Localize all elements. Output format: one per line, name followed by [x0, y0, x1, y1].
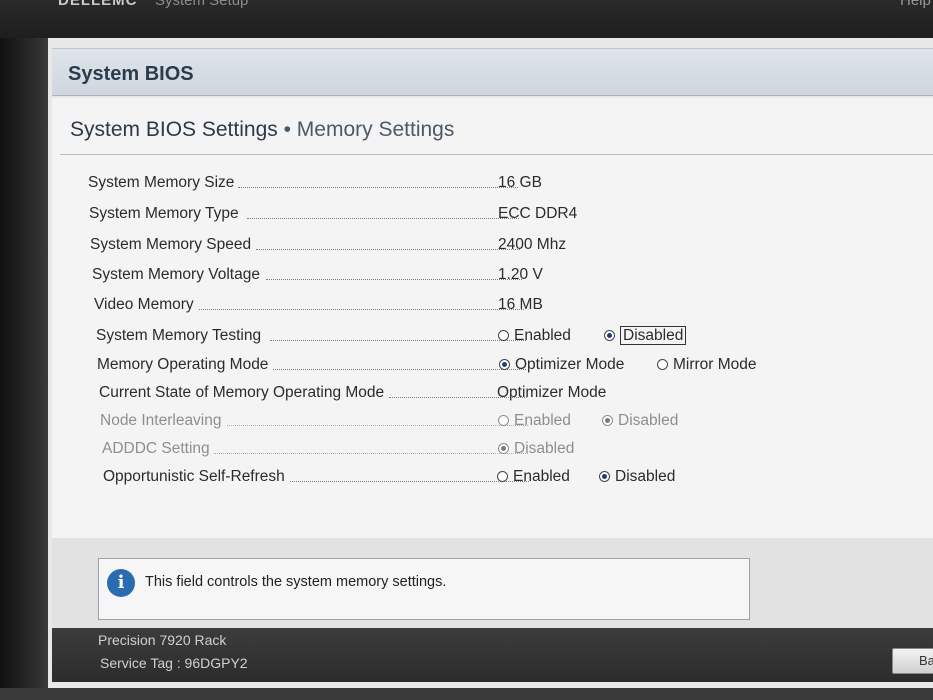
monitor-bottom-edge — [0, 688, 933, 700]
bios-screen: System BIOS System BIOS Settings • Memor… — [48, 38, 933, 688]
radio-button-selected-icon[interactable] — [604, 330, 615, 341]
setting-label: Memory Operating Mode — [97, 356, 273, 374]
radio-enabled[interactable]: Enabled — [497, 468, 570, 486]
setting-label: Node Interleaving — [100, 412, 226, 430]
footer-bar: Precision 7920 Rack Service Tag : 96DGPY… — [52, 628, 933, 682]
radio-button-selected-icon[interactable] — [599, 471, 610, 482]
leader-dots — [271, 369, 526, 370]
monitor-bezel — [0, 0, 48, 700]
leader-dots — [287, 481, 529, 482]
page-title: System BIOS Settings • Memory Settings — [70, 118, 454, 142]
title-divider — [60, 154, 933, 155]
radio-button-selected-icon[interactable] — [499, 359, 510, 370]
leader-dots — [220, 425, 528, 426]
setting-label: System Memory Type — [89, 205, 243, 223]
radio-disabled-selected[interactable]: Disabled — [604, 326, 687, 345]
top-bar: DELLEMC System Setup Help — [0, 0, 933, 38]
radio-button-selected-icon — [602, 415, 613, 426]
setting-label: Opportunistic Self-Refresh — [103, 468, 289, 486]
setting-label: System Memory Voltage — [92, 266, 264, 284]
radio-button-selected-icon — [498, 443, 509, 454]
app-title: System Setup — [155, 0, 249, 9]
setting-row-self-refresh[interactable]: Opportunistic Self-Refresh Enabled Disab… — [103, 468, 903, 492]
radio-mirror-mode[interactable]: Mirror Mode — [657, 356, 757, 374]
leader-dots — [238, 187, 518, 188]
back-button[interactable]: Back — [892, 648, 933, 674]
help-link[interactable]: Help — [900, 0, 931, 9]
radio-button-icon[interactable] — [657, 359, 668, 370]
focused-option: Disabled — [620, 326, 687, 345]
setting-value: Optimizer Mode — [497, 384, 607, 401]
setting-label: System Memory Testing — [96, 327, 266, 345]
setting-value: 1.20 V — [498, 266, 543, 283]
setting-value: 16 MB — [498, 296, 543, 313]
setting-label: System Memory Speed — [90, 236, 256, 254]
radio-button-icon[interactable] — [498, 330, 509, 341]
radio-disabled-selected: Disabled — [498, 440, 574, 458]
setting-row-operating-mode[interactable]: Memory Operating Mode Optimizer Mode Mir… — [97, 356, 897, 380]
leader-dots — [194, 309, 524, 310]
setting-label: Current State of Memory Operating Mode — [99, 384, 389, 402]
leader-dots — [247, 218, 519, 219]
header-title: System BIOS — [68, 63, 194, 85]
radio-disabled-selected: Disabled — [602, 412, 678, 430]
service-tag: Service Tag : 96DGPY2 — [100, 655, 248, 671]
setting-label: System Memory Size — [88, 174, 239, 192]
setting-row-node-interleaving: Node Interleaving Enabled Disabled — [100, 412, 900, 436]
setting-row-video-memory: Video Memory 16 MB — [94, 296, 894, 320]
help-text: This field controls the system memory se… — [145, 574, 447, 590]
setting-row-adddc: ADDDC Setting Disabled — [102, 440, 902, 464]
radio-enabled: Enabled — [498, 412, 571, 430]
setting-value: 16 GB — [498, 174, 542, 191]
setting-row-memory-voltage: System Memory Voltage 1.20 V — [92, 266, 892, 290]
setting-row-memory-type: System Memory Type ECC DDR4 — [89, 205, 889, 229]
radio-disabled-selected[interactable]: Disabled — [599, 468, 675, 486]
bios-header: System BIOS — [52, 48, 933, 96]
radio-enabled[interactable]: Enabled — [498, 327, 571, 345]
breadcrumb-separator: • — [283, 118, 291, 141]
page-title-sub: Memory Settings — [296, 118, 455, 141]
setting-row-current-state: Current State of Memory Operating Mode O… — [99, 384, 899, 408]
leader-dots — [214, 453, 528, 454]
page-title-main: System BIOS Settings — [70, 118, 278, 141]
setting-label: Video Memory — [94, 296, 198, 314]
radio-button-icon[interactable] — [497, 471, 508, 482]
leader-dots — [256, 249, 520, 250]
radio-optimizer-mode[interactable]: Optimizer Mode — [499, 356, 624, 374]
setting-row-memory-testing[interactable]: System Memory Testing Enabled Disabled — [96, 326, 896, 351]
leader-dots — [266, 279, 522, 280]
setting-row-memory-speed: System Memory Speed 2400 Mhz — [90, 236, 890, 260]
help-area: i This field controls the system memory … — [52, 538, 933, 630]
system-model: Precision 7920 Rack — [98, 632, 227, 648]
help-box: i This field controls the system memory … — [98, 558, 750, 620]
setting-value: ECC DDR4 — [498, 205, 578, 222]
brand-logo: DELLEMC — [58, 0, 138, 9]
settings-panel: System BIOS Settings • Memory Settings S… — [52, 98, 933, 538]
setting-label: ADDDC Setting — [102, 440, 214, 458]
setting-row-memory-size: System Memory Size 16 GB — [88, 174, 888, 198]
info-icon: i — [107, 569, 135, 597]
setting-value: 2400 Mhz — [498, 236, 567, 253]
radio-button-icon — [498, 415, 509, 426]
leader-dots — [270, 340, 526, 341]
